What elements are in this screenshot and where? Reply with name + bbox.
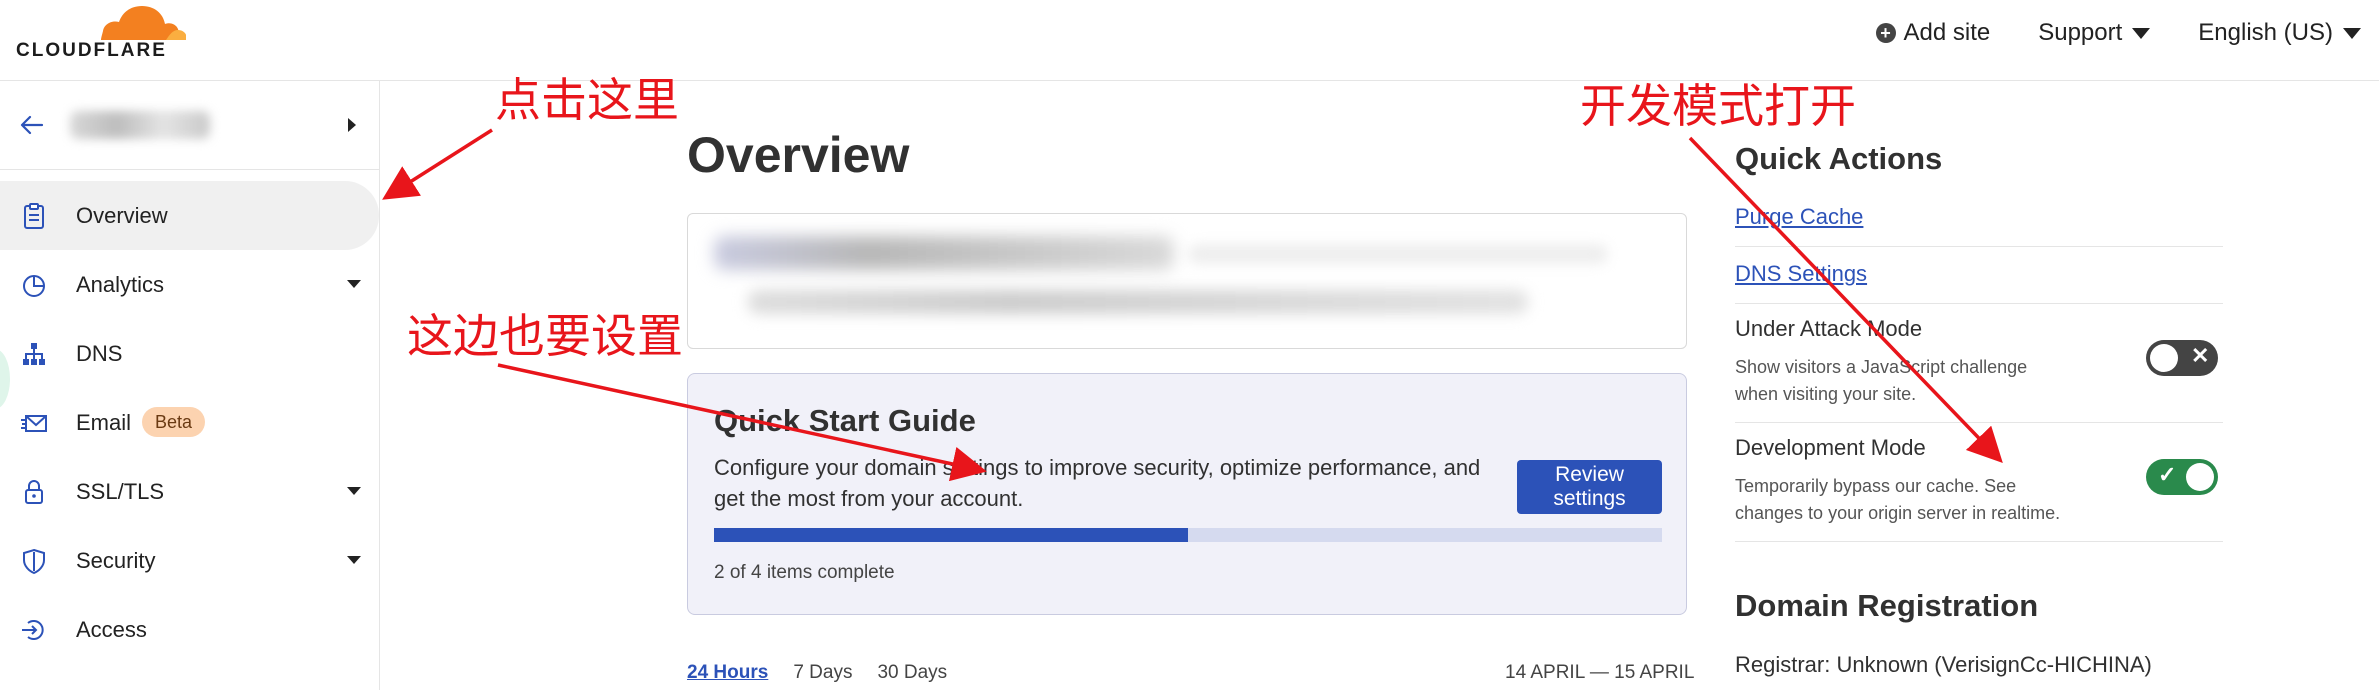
chevron-right-icon [348, 118, 356, 132]
under-attack-title: Under Attack Mode [1735, 316, 1923, 341]
annotation-dev-mode-on: 开发模式打开 [1580, 79, 1856, 133]
add-site-label: Add site [1903, 19, 1991, 46]
tab-24-hours[interactable]: 24 Hours [687, 662, 768, 684]
page-title: Overview [687, 127, 910, 183]
sidebar-item-label: Email [76, 409, 132, 435]
progress-fill [714, 528, 1188, 542]
sidebar-item-email[interactable]: Email Beta [0, 388, 379, 457]
under-attack-toggle[interactable]: ✕ [2146, 340, 2218, 376]
time-range-tabs: 24 Hours 7 Days 30 Days [687, 662, 972, 684]
sidebar-item-security[interactable]: Security [0, 526, 379, 595]
development-mode-toggle[interactable]: ✓ [2146, 459, 2218, 495]
quick-start-guide: Quick Start Guide Configure your domain … [687, 373, 1687, 615]
account-name-redacted [70, 111, 210, 139]
access-icon [22, 620, 44, 640]
cloud-icon [101, 6, 186, 40]
sidebar-nav: Overview Analytics DNS Email Beta SSL/TL… [0, 181, 379, 664]
quick-action-row: Purge Cache [1735, 190, 2223, 247]
plus-circle-icon: + [1875, 23, 1896, 43]
sidebar-item-label: SSL/TLS [76, 478, 165, 504]
cloudflare-logo[interactable]: CLOUDFLARE [16, 2, 186, 68]
registrar-info: Registrar: Unknown (VerisignCc-HICHINA) [1735, 652, 2152, 677]
chevron-down-icon [347, 556, 361, 564]
language-label: English (US) [2198, 19, 2333, 46]
sidebar-item-label: Overview [76, 202, 168, 228]
sidebar-item-analytics[interactable]: Analytics [0, 250, 379, 319]
date-range: 14 APRIL — 15 APRIL [1505, 662, 1695, 683]
development-mode-title: Development Mode [1735, 435, 1926, 460]
add-site-button[interactable]: + Add site [1875, 19, 1991, 47]
support-label: Support [2038, 19, 2123, 46]
quick-action-row: DNS Settings [1735, 247, 2223, 304]
zone-status-redacted [714, 236, 1174, 270]
sidebar-item-dns[interactable]: DNS [0, 319, 379, 388]
language-menu[interactable]: English (US) [2198, 19, 2361, 47]
chevron-down-icon [2343, 27, 2361, 39]
zone-info-card [687, 213, 1687, 349]
development-mode-row: Development Mode Temporarily bypass our … [1735, 423, 2223, 542]
toggle-knob [2150, 344, 2178, 372]
top-bar: CLOUDFLARE + Add site Support English (U… [0, 0, 2379, 81]
annotation-click-here: 点击这里 [495, 73, 679, 127]
network-icon [23, 343, 45, 365]
chevron-down-icon [2132, 27, 2151, 39]
brand-name: CLOUDFLARE [16, 40, 167, 61]
quick-start-status: 2 of 4 items complete [714, 562, 895, 583]
toggle-knob [2186, 463, 2214, 491]
pie-chart-icon [23, 275, 45, 297]
sidebar-item-ssl-tls[interactable]: SSL/TLS [0, 457, 379, 526]
check-icon: ✓ [2158, 462, 2177, 487]
sidebar-item-label: Security [76, 547, 156, 573]
annotation-also-set-here: 这边也要设置 [407, 309, 683, 363]
quick-start-description: Configure your domain settings to improv… [714, 455, 1481, 511]
sidebar-item-label: DNS [76, 340, 123, 366]
tab-30-days[interactable]: 30 Days [877, 662, 947, 684]
account-switcher[interactable] [0, 81, 379, 170]
clipboard-icon [24, 203, 44, 229]
beta-badge: Beta [142, 407, 206, 437]
purge-cache-link[interactable]: Purge Cache [1735, 204, 1863, 230]
shield-icon [23, 548, 45, 575]
quick-start-progress [714, 528, 1662, 542]
arrow-left-icon[interactable] [18, 111, 46, 139]
development-mode-description: Temporarily bypass our cache. See change… [1735, 476, 2061, 523]
zone-description-redacted [748, 290, 1528, 314]
arrow-to-overview [382, 128, 493, 200]
tab-7-days[interactable]: 7 Days [793, 662, 852, 684]
chevron-down-icon [347, 487, 361, 495]
domain-registration-title: Domain Registration [1735, 588, 2039, 623]
review-settings-button[interactable]: Review settings [1517, 460, 1662, 514]
quick-actions-title: Quick Actions [1735, 141, 1943, 176]
zone-status-redacted-extra [1188, 244, 1608, 264]
lock-icon [25, 480, 43, 504]
support-menu[interactable]: Support [2038, 19, 2151, 47]
chevron-down-icon [347, 280, 361, 288]
sidebar-item-label: Analytics [76, 271, 165, 297]
sidebar: Overview Analytics DNS Email Beta SSL/TL… [0, 81, 380, 690]
sidebar-item-access[interactable]: Access [0, 595, 379, 664]
sidebar-item-overview[interactable]: Overview [0, 181, 379, 250]
under-attack-description: Show visitors a JavaScript challenge whe… [1735, 357, 2028, 404]
x-icon: ✕ [2191, 343, 2210, 368]
under-attack-row: Under Attack Mode Show visitors a JavaSc… [1735, 304, 2223, 423]
dns-settings-link[interactable]: DNS Settings [1735, 261, 1867, 287]
sidebar-item-label: Access [76, 616, 147, 642]
envelope-icon [21, 415, 47, 432]
quick-start-title: Quick Start Guide [714, 403, 976, 438]
